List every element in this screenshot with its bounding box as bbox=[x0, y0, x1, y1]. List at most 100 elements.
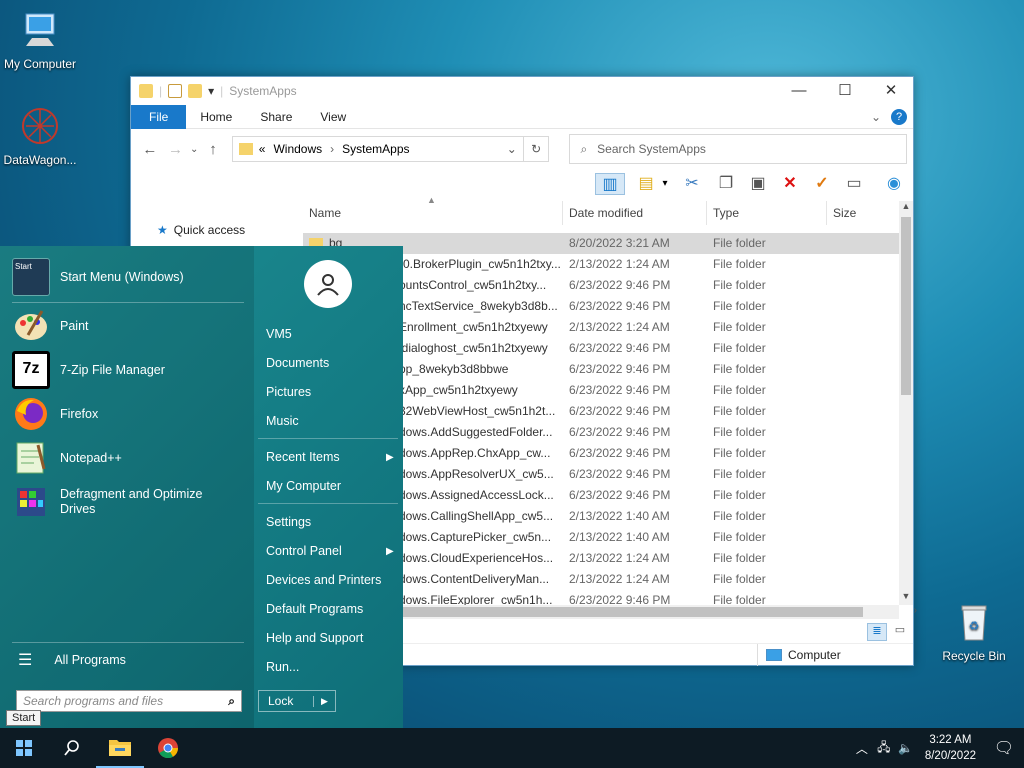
right-item-recent-items[interactable]: Recent Items bbox=[266, 450, 340, 464]
all-programs-button[interactable]: ☰ All Programs bbox=[18, 650, 126, 670]
row-type: File folder bbox=[713, 320, 766, 334]
row-type: File folder bbox=[713, 362, 766, 376]
preview-pane-icon[interactable]: ▥ bbox=[595, 173, 625, 195]
properties-icon[interactable] bbox=[168, 84, 183, 98]
vertical-scrollbar[interactable]: ▲ ▼ bbox=[899, 201, 913, 605]
forward-icon[interactable]: → bbox=[163, 141, 189, 158]
right-item-pictures[interactable]: Pictures bbox=[266, 385, 311, 399]
start-button[interactable] bbox=[0, 728, 48, 768]
scroll-down-icon[interactable]: ▼ bbox=[899, 591, 913, 605]
divider bbox=[12, 302, 244, 303]
recent-locations-icon[interactable]: ⌄ bbox=[188, 144, 200, 155]
right-item-help-and-support[interactable]: Help and Support bbox=[266, 631, 363, 645]
paste-icon[interactable]: ▣ bbox=[747, 173, 769, 195]
column-size[interactable]: Size bbox=[827, 201, 899, 225]
lock-label: Lock bbox=[268, 694, 294, 708]
row-date: 6/23/2022 9:46 PM bbox=[569, 446, 671, 460]
row-name-text: dows.CloudExperienceHos... bbox=[399, 551, 554, 565]
help-icon[interactable]: ? bbox=[891, 108, 907, 125]
scroll-thumb[interactable] bbox=[901, 217, 911, 395]
start-search-input[interactable]: Search programs and files ⌕ bbox=[16, 690, 242, 712]
desktop-icon-recycle-bin[interactable]: ♻ Recycle Bin bbox=[934, 602, 1014, 663]
rename-icon[interactable]: ▭ bbox=[843, 173, 865, 195]
lock-button[interactable]: Lock ▶ bbox=[258, 690, 336, 712]
new-item-dropdown-icon[interactable]: ▾ bbox=[659, 173, 671, 195]
desktop-icon-my-computer[interactable]: My Computer bbox=[0, 10, 80, 71]
right-item-vm5[interactable]: VM5 bbox=[266, 327, 292, 341]
minimize-button[interactable]: — bbox=[776, 77, 822, 105]
program-notepadpp[interactable]: Notepad++ bbox=[12, 439, 122, 477]
ribbon-expand-icon[interactable]: ⌄ bbox=[871, 110, 881, 124]
network-icon[interactable]: 🖧 bbox=[873, 738, 895, 759]
search-input[interactable]: ⌕ Search SystemApps bbox=[569, 134, 907, 164]
lock-options-icon[interactable]: ▶ bbox=[313, 695, 335, 707]
taskbar-file-explorer[interactable] bbox=[96, 728, 144, 768]
delete-icon[interactable]: ✕ bbox=[779, 173, 801, 195]
up-icon[interactable]: ↑ bbox=[200, 141, 226, 158]
row-date: 6/23/2022 9:46 PM bbox=[569, 383, 671, 397]
scroll-up-icon[interactable]: ▲ bbox=[899, 201, 913, 215]
qat-dropdown-icon[interactable]: ▾ bbox=[208, 84, 214, 98]
large-icons-view-icon[interactable]: ▭ bbox=[891, 623, 909, 641]
address-dropdown-icon[interactable]: ⌄ bbox=[507, 142, 517, 156]
chevron-up-icon[interactable]: ︿ bbox=[851, 740, 873, 757]
row-type: File folder bbox=[713, 467, 766, 481]
right-item-default-programs[interactable]: Default Programs bbox=[266, 602, 363, 616]
close-button[interactable]: ✕ bbox=[868, 77, 914, 105]
7zip-icon: 7z bbox=[12, 351, 50, 389]
program-start-menu-windows[interactable]: Start Start Menu (Windows) bbox=[12, 258, 184, 296]
breadcrumb-windows[interactable]: Windows bbox=[273, 142, 322, 156]
program-defrag[interactable]: Defragment and Optimize Drives bbox=[12, 483, 210, 521]
right-item-settings[interactable]: Settings bbox=[266, 515, 311, 529]
row-name-text: dows.AppResolverUX_cw5... bbox=[399, 467, 554, 481]
details-view-icon[interactable]: ≣ bbox=[867, 623, 887, 641]
check-icon[interactable]: ✓ bbox=[811, 173, 833, 195]
right-item-my-computer[interactable]: My Computer bbox=[266, 479, 341, 493]
new-folder-icon[interactable] bbox=[188, 84, 203, 98]
maximize-button[interactable]: ☐ bbox=[822, 77, 868, 105]
right-item-music[interactable]: Music bbox=[266, 414, 299, 428]
right-item-devices-and-printers[interactable]: Devices and Printers bbox=[266, 573, 381, 587]
volume-icon[interactable]: 🔈 bbox=[895, 741, 917, 755]
tab-home[interactable]: Home bbox=[186, 105, 246, 129]
clock[interactable]: 3:22 AM 8/20/2022 bbox=[917, 732, 984, 764]
address-bar[interactable]: « Windows › SystemApps ⌄ bbox=[231, 136, 524, 162]
taskbar-chrome[interactable] bbox=[144, 728, 192, 768]
scroll-right-icon[interactable]: › bbox=[914, 605, 917, 616]
refresh-icon[interactable]: ↻ bbox=[523, 136, 550, 162]
row-date: 2/13/2022 1:24 AM bbox=[569, 551, 670, 565]
row-date: 8/20/2022 3:21 AM bbox=[569, 236, 670, 250]
notifications-icon[interactable]: 🗨 bbox=[984, 738, 1024, 758]
right-item-run[interactable]: Run... bbox=[266, 660, 299, 674]
tab-share[interactable]: Share bbox=[246, 105, 306, 129]
tab-file[interactable]: File bbox=[131, 104, 187, 129]
row-date: 6/23/2022 9:46 PM bbox=[569, 425, 671, 439]
new-item-icon[interactable]: ▤ bbox=[635, 173, 657, 195]
user-avatar[interactable] bbox=[304, 260, 352, 308]
row-date: 2/13/2022 1:40 AM bbox=[569, 530, 670, 544]
row-date: 6/23/2022 9:46 PM bbox=[569, 341, 671, 355]
row-type: File folder bbox=[713, 404, 766, 418]
chevron-right-icon: ▶ bbox=[386, 546, 394, 557]
back-icon[interactable]: ← bbox=[137, 141, 163, 158]
tab-view[interactable]: View bbox=[306, 105, 360, 129]
taskbar-search-button[interactable] bbox=[48, 728, 96, 768]
column-type[interactable]: Type bbox=[707, 201, 827, 225]
program-firefox[interactable]: Firefox bbox=[12, 395, 98, 433]
desktop-icon-datawagon[interactable]: DataWagon... bbox=[0, 106, 80, 167]
breadcrumb-systemapps[interactable]: SystemApps bbox=[342, 142, 409, 156]
row-name-text: dows.AssignedAccessLock... bbox=[399, 488, 554, 502]
right-item-documents[interactable]: Documents bbox=[266, 356, 329, 370]
row-name-text: Enrollment_cw5n1h2txyewy bbox=[399, 320, 548, 334]
h-scroll-thumb[interactable] bbox=[403, 607, 863, 617]
program-paint[interactable]: Paint bbox=[12, 307, 89, 345]
cut-icon[interactable]: ✂ bbox=[681, 173, 703, 195]
windows-logo-icon bbox=[16, 740, 32, 756]
nav-quick-access[interactable]: ★ Quick access bbox=[157, 223, 245, 237]
right-item-control-panel[interactable]: Control Panel bbox=[266, 544, 342, 558]
globe-icon[interactable]: ◉ bbox=[883, 173, 905, 195]
program-7zip[interactable]: 7z 7-Zip File Manager bbox=[12, 351, 165, 389]
column-name[interactable]: Name bbox=[303, 201, 563, 225]
copy-icon[interactable]: ❐ bbox=[715, 173, 737, 195]
column-date-modified[interactable]: Date modified bbox=[563, 201, 707, 225]
